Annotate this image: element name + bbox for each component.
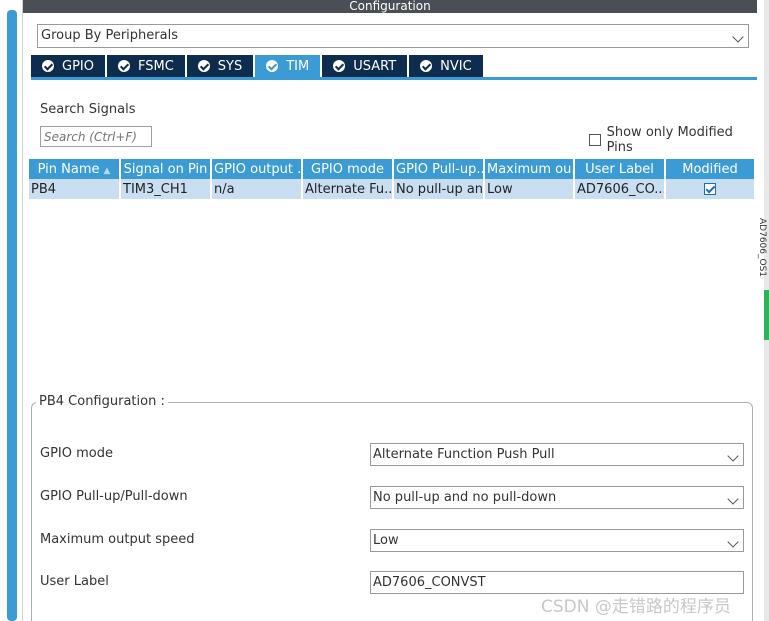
check-circle-icon — [42, 60, 54, 72]
tab-label: FSMC — [137, 58, 174, 74]
pull-value: No pull-up and no pull-down — [373, 490, 557, 505]
gpio-mode-value: Alternate Function Push Pull — [373, 447, 555, 462]
cell-speed: Low — [484, 179, 575, 199]
group-by-select[interactable]: Group By Peripherals — [37, 24, 749, 48]
cell-output: n/a — [211, 179, 303, 199]
table-row[interactable]: PB4 TIM3_CH1 n/a Alternate Fu... No pull… — [29, 179, 756, 199]
column-header-signal[interactable]: Signal on Pin — [120, 159, 212, 179]
chevron-down-icon — [727, 493, 739, 505]
tab-fsmc[interactable]: FSMC — [106, 55, 185, 77]
column-header-user-label[interactable]: User Label — [574, 159, 666, 179]
cell-pin: PB4 — [29, 179, 121, 199]
sort-arrow-icon: ▲ — [103, 165, 111, 176]
tab-tim[interactable]: TIM — [255, 55, 321, 77]
tab-sys[interactable]: SYS — [186, 55, 254, 77]
max-speed-label: Maximum output speed — [40, 532, 195, 547]
pull-select[interactable]: No pull-up and no pull-down — [370, 486, 744, 509]
user-label-input[interactable]: AD7606_CONVST — [370, 571, 744, 594]
tab-gpio[interactable]: GPIO — [31, 55, 105, 77]
gpio-mode-select[interactable]: Alternate Function Push Pull — [370, 443, 744, 466]
cell-signal: TIM3_CH1 — [120, 179, 212, 199]
chevron-down-icon — [727, 536, 739, 548]
tab-label: SYS — [217, 58, 243, 74]
configuration-panel: Configuration Group By Peripherals GPIO … — [22, 0, 758, 621]
left-panel-strip — [0, 0, 22, 621]
watermark: CSDN @走错路的程序员 — [541, 597, 731, 617]
column-header-gpio-output[interactable]: GPIO output ... — [211, 159, 303, 179]
pin-table: Pin Name ▲ Signal on Pin GPIO output ... … — [29, 159, 756, 199]
left-scrollbar[interactable] — [7, 10, 17, 621]
cell-modified — [665, 179, 756, 199]
tab-label: GPIO — [62, 58, 94, 74]
panel-title: Configuration — [23, 0, 757, 13]
check-circle-icon — [333, 60, 346, 72]
pin-configuration-title: PB4 Configuration : — [36, 394, 168, 409]
column-header-modified[interactable]: Modified — [665, 159, 756, 179]
pull-label: GPIO Pull-up/Pull-down — [40, 489, 188, 504]
chevron-down-icon — [732, 31, 744, 43]
cell-label: AD7606_CO... — [574, 179, 666, 199]
cell-mode: Alternate Fu... — [302, 179, 394, 199]
modified-check-icon — [704, 183, 716, 195]
cell-pull: No pull-up an... — [393, 179, 485, 199]
tab-underline — [31, 77, 758, 80]
side-pin-label: AD7606_OS1 — [757, 218, 767, 278]
show-modified-label: Show only Modified Pins — [606, 125, 733, 155]
user-label-label: User Label — [40, 574, 109, 589]
peripheral-tabs: GPIO FSMC SYS TIM USART NVIC — [31, 55, 485, 77]
column-header-pull[interactable]: GPIO Pull-up... — [393, 159, 485, 179]
search-input[interactable] — [40, 126, 152, 147]
tab-label: NVIC — [440, 58, 472, 74]
column-header-pin-name[interactable]: Pin Name ▲ — [29, 159, 121, 179]
max-speed-value: Low — [373, 533, 399, 548]
check-circle-icon — [420, 60, 433, 72]
chevron-down-icon — [727, 450, 739, 462]
column-header-max-speed[interactable]: Maximum ou... — [484, 159, 575, 179]
max-speed-select[interactable]: Low — [370, 529, 744, 552]
show-modified-toggle[interactable]: Show only Modified Pins — [589, 125, 757, 155]
tab-label: USART — [353, 58, 397, 74]
table-header-row: Pin Name ▲ Signal on Pin GPIO output ... … — [29, 159, 756, 179]
gpio-mode-label: GPIO mode — [40, 446, 113, 461]
show-modified-checkbox[interactable] — [589, 134, 601, 146]
column-header-gpio-mode[interactable]: GPIO mode — [302, 159, 394, 179]
search-signals-label: Search Signals — [40, 102, 136, 117]
check-circle-icon — [197, 60, 210, 72]
check-circle-icon — [117, 60, 130, 72]
group-by-value: Group By Peripherals — [41, 28, 178, 43]
tab-label: TIM — [286, 58, 310, 74]
tab-usart[interactable]: USART — [322, 55, 408, 77]
check-circle-icon — [266, 60, 279, 72]
pin-status-marker — [764, 290, 769, 340]
tab-nvic[interactable]: NVIC — [409, 55, 483, 77]
